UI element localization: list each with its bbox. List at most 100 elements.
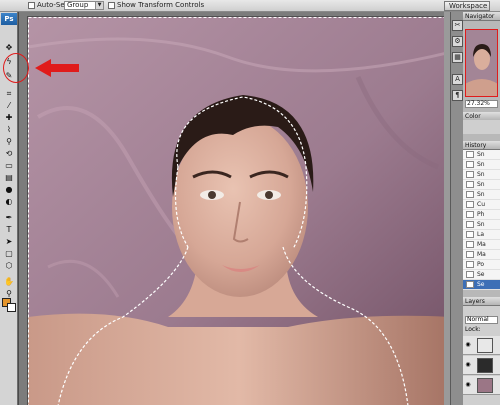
clone-source-panel-icon[interactable]: ⚙ <box>452 36 463 47</box>
history-item-label: Ph <box>477 211 485 218</box>
history-state-icon <box>466 241 474 248</box>
navigator-tab[interactable]: Navigator <box>463 12 500 21</box>
vertical-scrollbar[interactable] <box>444 12 450 405</box>
hand-tool-icon[interactable]: ✋ <box>1 276 17 287</box>
brush-tool-icon[interactable]: ⌇ <box>1 124 17 135</box>
history-state-icon <box>466 251 474 258</box>
history-state-icon <box>466 191 474 198</box>
history-state-icon <box>466 281 474 288</box>
eye-icon[interactable]: ◉ <box>464 361 472 369</box>
shape-tool-icon[interactable]: ▢ <box>1 248 17 259</box>
history-item-label: Po <box>477 261 485 268</box>
red-arrow-icon <box>35 59 79 77</box>
history-state-icon <box>466 161 474 168</box>
portrait-photo[interactable] <box>28 17 450 405</box>
options-bar: Auto-Select: Group ▼ Show Transform Cont… <box>0 0 500 12</box>
show-transform-label: Show Transform Controls <box>117 1 205 9</box>
auto-select-dropdown[interactable]: Group ▼ <box>64 1 104 10</box>
history-item[interactable]: Sn <box>463 180 500 190</box>
blur-tool-icon[interactable]: ● <box>1 184 17 195</box>
workspace-button[interactable]: Workspace <box>444 1 490 11</box>
document-window[interactable] <box>27 16 450 405</box>
highlight-circle <box>3 53 29 83</box>
history-item-label: Se <box>477 271 485 278</box>
crop-tool-icon[interactable]: ⌗ <box>1 88 17 99</box>
show-transform-checkbox[interactable] <box>108 2 115 9</box>
history-item-label: Ma <box>477 241 486 248</box>
layer-mask-thumbnail <box>477 358 493 373</box>
navigator-thumbnail[interactable] <box>465 29 498 97</box>
pen-tool-icon[interactable]: ✒ <box>1 212 17 223</box>
history-item[interactable]: Sn <box>463 160 500 170</box>
eye-icon[interactable]: ◉ <box>464 341 472 349</box>
history-item-label: Sn <box>477 221 485 228</box>
eye-icon[interactable]: ◉ <box>464 381 472 389</box>
character-panel-icon[interactable]: A <box>452 74 463 85</box>
eraser-tool-icon[interactable]: ▭ <box>1 160 17 171</box>
zoom-level-field[interactable]: 27.32% <box>465 100 498 108</box>
history-state-icon <box>466 151 474 158</box>
type-tool-icon[interactable]: T <box>1 224 17 235</box>
history-state-icon <box>466 181 474 188</box>
history-item[interactable]: Sn <box>463 220 500 230</box>
history-state-icon <box>466 171 474 178</box>
history-item[interactable]: Se <box>463 270 500 280</box>
layers-tab[interactable]: Layers <box>463 297 500 306</box>
history-item[interactable]: Po <box>463 260 500 270</box>
history-item-label: Se <box>477 281 485 288</box>
history-state-icon <box>466 261 474 268</box>
layer-row[interactable]: ◉ <box>463 376 500 395</box>
chevron-down-icon: ▼ <box>95 2 103 9</box>
history-item[interactable]: Ma <box>463 240 500 250</box>
history-tab[interactable]: History <box>463 141 500 150</box>
history-state-icon <box>466 201 474 208</box>
history-item[interactable]: Cu <box>463 200 500 210</box>
history-item[interactable]: Sn <box>463 150 500 160</box>
auto-select-value: Group <box>67 1 89 9</box>
history-state-icon <box>466 271 474 278</box>
path-selection-tool-icon[interactable]: ➤ <box>1 236 17 247</box>
history-item-label: La <box>477 231 485 238</box>
brushes-panel-icon[interactable]: ✂ <box>452 20 463 31</box>
clone-stamp-tool-icon[interactable]: ⚲ <box>1 136 17 147</box>
history-brush-tool-icon[interactable]: ⟲ <box>1 148 17 159</box>
layer-thumbnail <box>477 378 493 393</box>
background-color-swatch[interactable] <box>7 303 16 312</box>
layers-panel: Normal Lock: ◉ ◉ ◉ <box>463 306 500 405</box>
dodge-tool-icon[interactable]: ◐ <box>1 196 17 207</box>
history-item-label: Sn <box>477 181 485 188</box>
paragraph-panel-icon[interactable]: ¶ <box>452 90 463 101</box>
history-item[interactable]: La <box>463 230 500 240</box>
history-state-icon <box>466 231 474 238</box>
canvas-workspace <box>19 12 450 405</box>
history-item[interactable]: Ma <box>463 250 500 260</box>
eyedropper-tool-icon[interactable]: ⁄ <box>1 100 17 111</box>
layer-thumbnail <box>477 338 493 353</box>
color-panel[interactable] <box>463 120 500 134</box>
history-item-label: Sn <box>477 151 485 158</box>
layer-row[interactable]: ◉ <box>463 336 500 355</box>
panels-column: Navigator 27.32% Color History Sn Sn Sn Sn S… <box>463 12 500 405</box>
3d-tool-icon[interactable]: ⬡ <box>1 260 17 271</box>
layer-row[interactable]: ◉ <box>463 356 500 375</box>
tool-presets-panel-icon[interactable]: ▦ <box>452 52 463 63</box>
history-item[interactable]: Ph <box>463 210 500 220</box>
history-item[interactable]: Sn <box>463 190 500 200</box>
history-state-icon <box>466 221 474 228</box>
history-item-label: Sn <box>477 171 485 178</box>
healing-brush-tool-icon[interactable]: ✚ <box>1 112 17 123</box>
lock-label: Lock: <box>465 326 481 333</box>
blend-mode-dropdown[interactable]: Normal <box>465 316 498 324</box>
history-item-label: Sn <box>477 161 485 168</box>
history-list: Sn Sn Sn Sn Sn Cu Ph Sn La Ma Ma Po Se Se <box>463 150 500 290</box>
history-state-icon <box>466 211 474 218</box>
move-tool-icon[interactable]: ✥ <box>1 42 17 53</box>
panel-dock-strip: ✂ ⚙ ▦ A ¶ <box>450 12 463 405</box>
history-item[interactable]: Sn <box>463 170 500 180</box>
workspace-label: Workspace <box>449 2 488 10</box>
history-item[interactable]: Se <box>463 280 500 290</box>
auto-select-checkbox[interactable] <box>28 2 35 9</box>
gradient-tool-icon[interactable]: ▤ <box>1 172 17 183</box>
photoshop-logo: Ps <box>1 13 17 25</box>
photoshop-window: Auto-Select: Group ▼ Show Transform Cont… <box>0 0 500 405</box>
